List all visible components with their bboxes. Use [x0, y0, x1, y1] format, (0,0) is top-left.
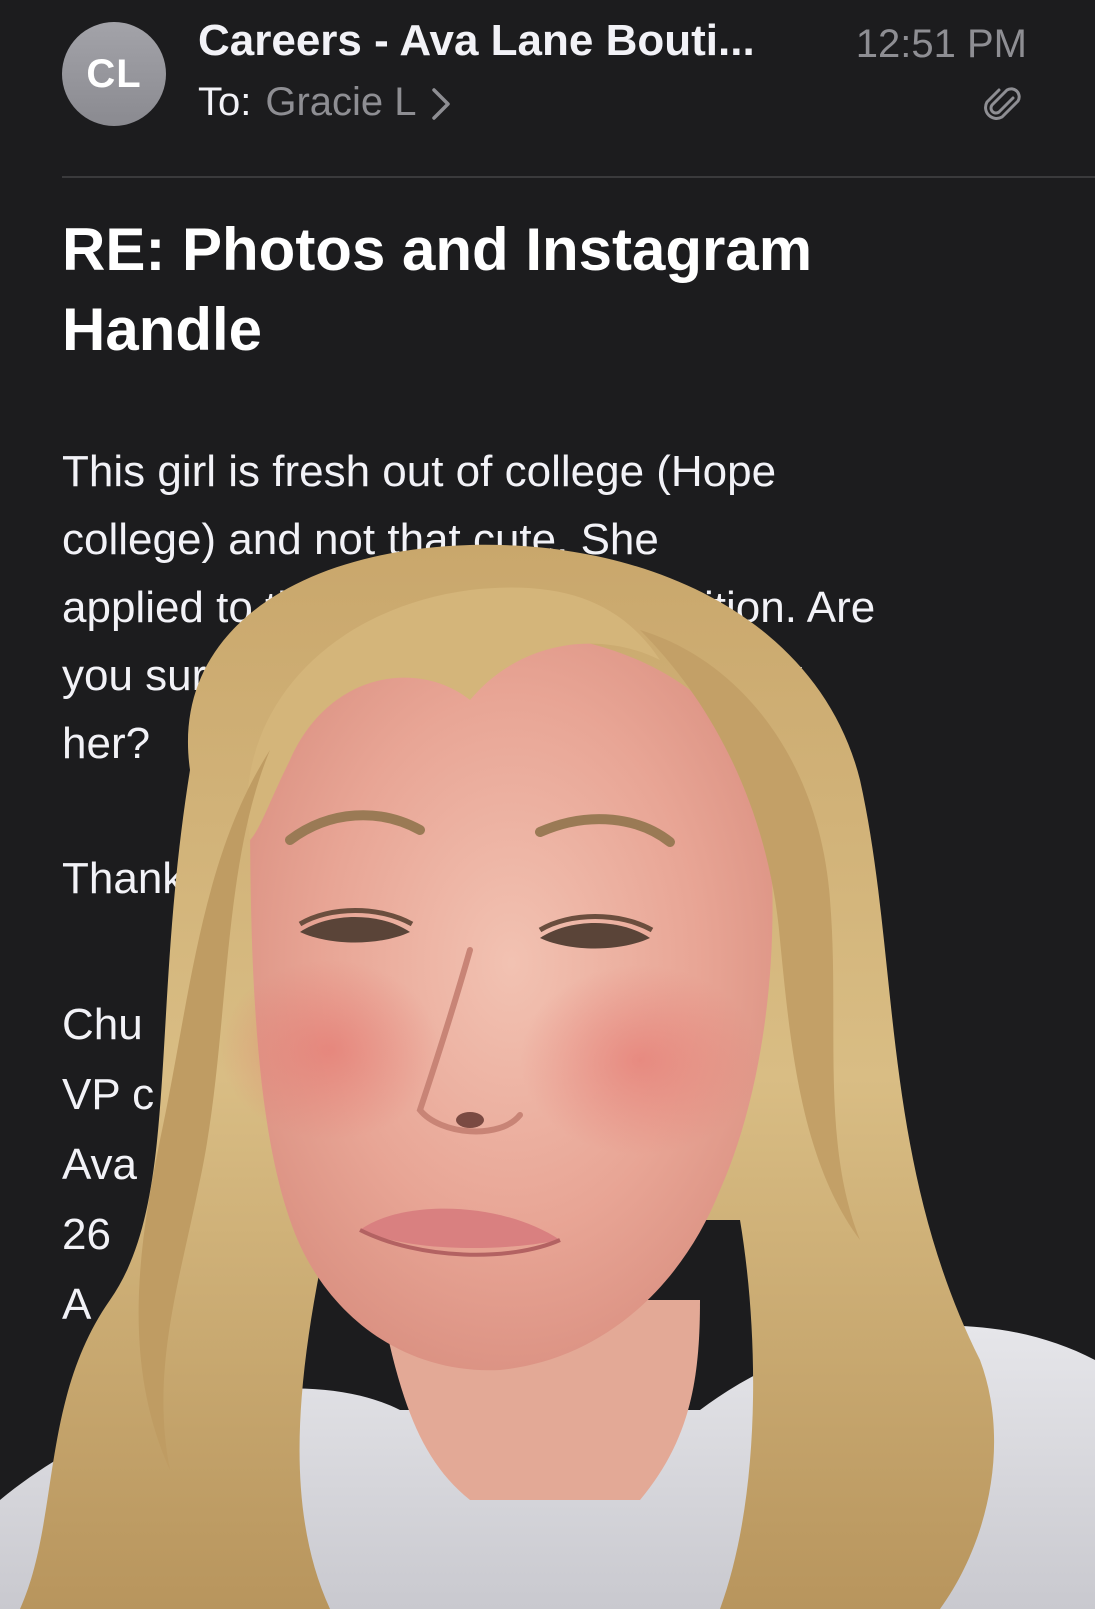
chevron-right-icon[interactable]: [431, 83, 457, 123]
person-overlay: [0, 544, 1095, 1609]
to-label: To:: [198, 80, 252, 124]
message-time: 12:51 PM: [855, 22, 1027, 66]
email-subject: RE: Photos and Instagram Handle: [62, 216, 813, 363]
recipient-name[interactable]: Gracie L: [265, 80, 416, 125]
sender-avatar[interactable]: CL: [62, 22, 166, 126]
body-line: This girl is fresh out of college (Hope: [62, 447, 777, 496]
header-divider: [62, 176, 1095, 178]
recipient-row[interactable]: To: Gracie L: [198, 80, 457, 125]
paperclip-icon: [983, 84, 1023, 126]
email-screen: CL Careers - Ava Lane Bouti... 12:51 PM …: [0, 0, 1095, 1609]
sender-name[interactable]: Careers - Ava Lane Bouti...: [198, 16, 755, 66]
avatar-initials: CL: [86, 51, 142, 96]
